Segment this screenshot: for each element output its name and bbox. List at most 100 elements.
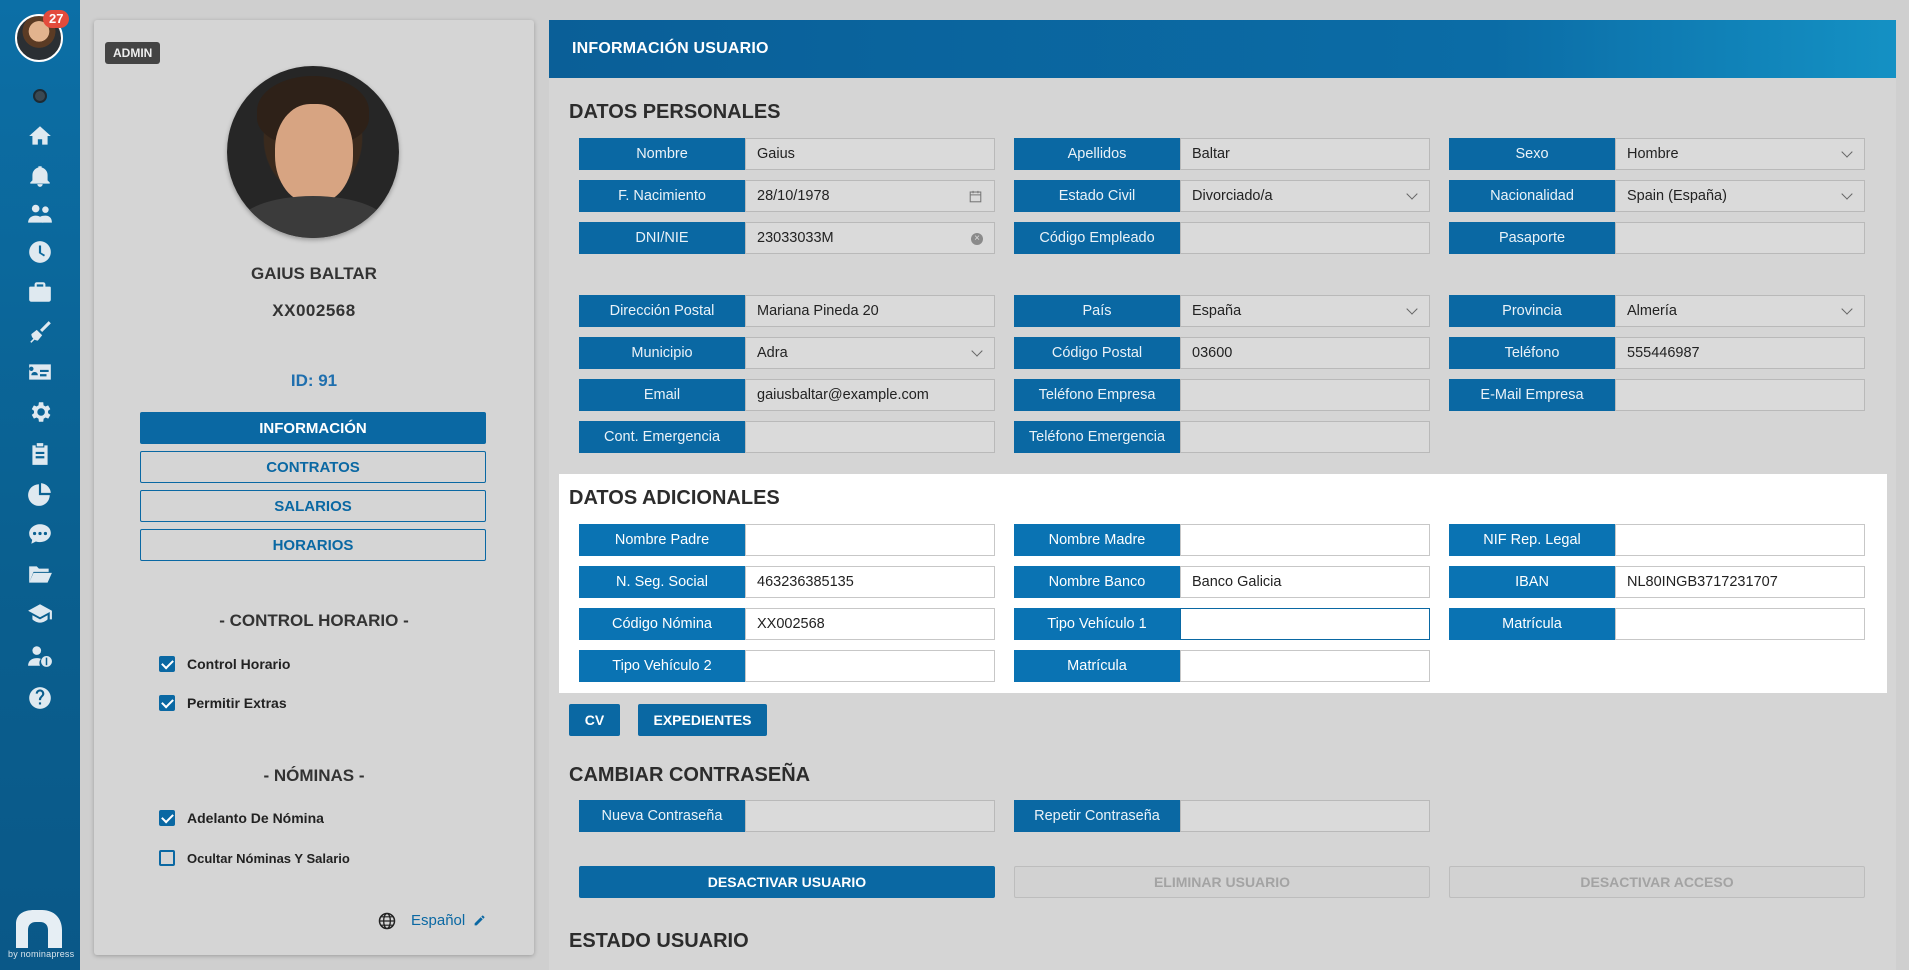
checkbox-icon[interactable] [159, 850, 175, 866]
chevron-down-icon[interactable] [1841, 188, 1853, 200]
field-nombre-banco[interactable]: Nombre Banco Banco Galicia [1014, 566, 1430, 598]
dni-input[interactable]: 23033033M × [745, 222, 995, 254]
nueva-contrasena-input[interactable] [745, 800, 995, 832]
sexo-select[interactable]: Hombre [1615, 138, 1865, 170]
pie-chart-icon[interactable] [24, 478, 56, 510]
nombre-madre-input[interactable] [1180, 524, 1430, 556]
user-avatar[interactable]: 27 [15, 10, 70, 62]
chevron-down-icon[interactable] [1841, 146, 1853, 158]
field-sexo[interactable]: Sexo Hombre [1449, 138, 1865, 170]
folder-icon[interactable] [24, 558, 56, 590]
repetir-contrasena-input[interactable] [1180, 800, 1430, 832]
nif-rep-legal-input[interactable] [1615, 524, 1865, 556]
telefono-emergencia-input[interactable] [1180, 421, 1430, 453]
field-seg-social[interactable]: N. Seg. Social 463236385135 [579, 566, 995, 598]
eliminar-usuario-button[interactable]: ELIMINAR USUARIO [1014, 866, 1430, 898]
permitir-extras-checkbox[interactable]: Permitir Extras [159, 695, 287, 711]
language-selector[interactable]: Español [378, 912, 486, 930]
briefcase-icon[interactable] [24, 276, 56, 308]
chevron-down-icon[interactable] [1841, 303, 1853, 315]
field-contacto-emergencia[interactable]: Cont. Emergencia [579, 421, 995, 453]
field-telefono[interactable]: Teléfono 555446987 [1449, 337, 1865, 369]
field-tipo-vehiculo-1[interactable]: Tipo Vehículo 1 [1014, 608, 1430, 640]
municipio-select[interactable]: Adra [745, 337, 995, 369]
home-icon[interactable] [24, 120, 56, 152]
checkbox-icon[interactable] [159, 695, 175, 711]
field-nombre[interactable]: Nombre Gaius [579, 138, 995, 170]
iban-input[interactable]: NL80INGB3717231707 [1615, 566, 1865, 598]
email-input[interactable]: gaiusbaltar@example.com [745, 379, 995, 411]
field-pasaporte[interactable]: Pasaporte [1449, 222, 1865, 254]
desactivar-usuario-button[interactable]: DESACTIVAR USUARIO [579, 866, 995, 898]
pencil-icon[interactable] [473, 914, 486, 927]
expedientes-button[interactable]: EXPEDIENTES [638, 704, 767, 736]
email-empresa-input[interactable] [1615, 379, 1865, 411]
direccion-postal-input[interactable]: Mariana Pineda 20 [745, 295, 995, 327]
field-municipio[interactable]: Municipio Adra [579, 337, 995, 369]
field-iban[interactable]: IBAN NL80INGB3717231707 [1449, 566, 1865, 598]
field-tipo-vehiculo-2[interactable]: Tipo Vehículo 2 [579, 650, 995, 682]
nombre-padre-input[interactable] [745, 524, 995, 556]
field-email[interactable]: Email gaiusbaltar@example.com [579, 379, 995, 411]
chat-icon[interactable] [24, 518, 56, 550]
field-nif-rep-legal[interactable]: NIF Rep. Legal [1449, 524, 1865, 556]
codigo-nomina-input[interactable]: XX002568 [745, 608, 995, 640]
broom-icon[interactable] [24, 316, 56, 348]
checkbox-icon[interactable] [159, 810, 175, 826]
field-nueva-contrasena[interactable]: Nueva Contraseña [579, 800, 995, 832]
profile-photo[interactable] [227, 66, 399, 238]
field-matricula-2[interactable]: Matrícula [1014, 650, 1430, 682]
ocultar-nominas-checkbox[interactable]: Ocultar Nóminas Y Salario [159, 850, 350, 866]
field-codigo-empleado[interactable]: Código Empleado [1014, 222, 1430, 254]
field-pais[interactable]: País España [1014, 295, 1430, 327]
field-fecha-nacimiento[interactable]: F. Nacimiento 28/10/1978 [579, 180, 995, 212]
codigo-empleado-input[interactable] [1180, 222, 1430, 254]
estado-civil-select[interactable]: Divorciado/a [1180, 180, 1430, 212]
chevron-down-icon[interactable] [1406, 303, 1418, 315]
tab-salarios[interactable]: SALARIOS [140, 490, 486, 522]
telefono-input[interactable]: 555446987 [1615, 337, 1865, 369]
apellidos-input[interactable]: Baltar [1180, 138, 1430, 170]
users-icon[interactable] [24, 198, 56, 230]
clipboard-icon[interactable] [24, 438, 56, 470]
pais-select[interactable]: España [1180, 295, 1430, 327]
field-email-empresa[interactable]: E-Mail Empresa [1449, 379, 1865, 411]
nacionalidad-select[interactable]: Spain (España) [1615, 180, 1865, 212]
field-codigo-nomina[interactable]: Código Nómina XX002568 [579, 608, 995, 640]
tipo-vehiculo-2-input[interactable] [745, 650, 995, 682]
help-icon[interactable] [24, 682, 56, 714]
field-nombre-madre[interactable]: Nombre Madre [1014, 524, 1430, 556]
contacto-emergencia-input[interactable] [745, 421, 995, 453]
tipo-vehiculo-1-input[interactable] [1180, 608, 1430, 640]
field-direccion-postal[interactable]: Dirección Postal Mariana Pineda 20 [579, 295, 995, 327]
checkbox-icon[interactable] [159, 656, 175, 672]
matricula-2-input[interactable] [1180, 650, 1430, 682]
graduation-cap-icon[interactable] [24, 598, 56, 630]
chevron-down-icon[interactable] [971, 345, 983, 357]
cv-button[interactable]: CV [569, 704, 620, 736]
field-matricula-1[interactable]: Matrícula [1449, 608, 1865, 640]
field-dni[interactable]: DNI/NIE 23033033M × [579, 222, 995, 254]
calendar-icon[interactable] [969, 190, 982, 203]
tab-horarios[interactable]: HORARIOS [140, 529, 486, 561]
field-nombre-padre[interactable]: Nombre Padre [579, 524, 995, 556]
nombre-banco-input[interactable]: Banco Galicia [1180, 566, 1430, 598]
adelanto-nomina-checkbox[interactable]: Adelanto De Nómina [159, 810, 324, 826]
field-apellidos[interactable]: Apellidos Baltar [1014, 138, 1430, 170]
id-card-icon[interactable] [24, 356, 56, 388]
clear-icon[interactable]: × [971, 233, 983, 245]
field-repetir-contrasena[interactable]: Repetir Contraseña [1014, 800, 1430, 832]
tab-contratos[interactable]: CONTRATOS [140, 451, 486, 483]
field-nacionalidad[interactable]: Nacionalidad Spain (España) [1449, 180, 1865, 212]
gear-icon[interactable] [24, 396, 56, 428]
field-estado-civil[interactable]: Estado Civil Divorciado/a [1014, 180, 1430, 212]
fecha-nacimiento-input[interactable]: 28/10/1978 [745, 180, 995, 212]
desactivar-acceso-button[interactable]: DESACTIVAR ACCESO [1449, 866, 1865, 898]
matricula-1-input[interactable] [1615, 608, 1865, 640]
nombre-input[interactable]: Gaius [745, 138, 995, 170]
chevron-down-icon[interactable] [1406, 188, 1418, 200]
pasaporte-input[interactable] [1615, 222, 1865, 254]
control-horario-checkbox[interactable]: Control Horario [159, 656, 290, 672]
user-money-icon[interactable] [24, 640, 56, 672]
bell-icon[interactable] [24, 160, 56, 192]
